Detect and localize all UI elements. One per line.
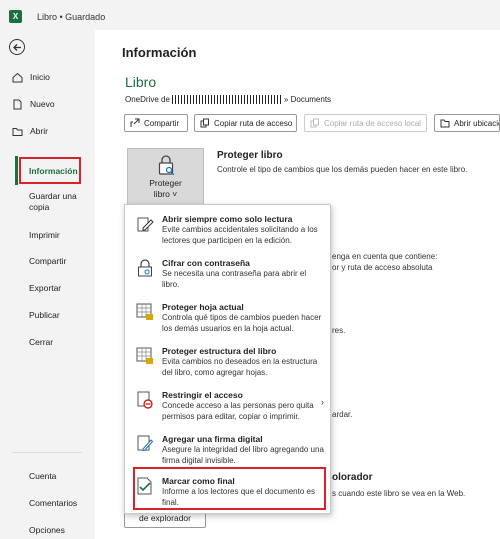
inspect-text-1: enga en cuenta que contiene:	[332, 252, 438, 261]
sidebar-item-guardar-copia[interactable]: Guardar una copia	[29, 191, 84, 213]
excel-icon: X	[9, 10, 22, 23]
sidebar-item-label: Información	[29, 166, 78, 176]
menu-item-title: Proteger hoja actual	[162, 302, 244, 312]
folder-icon	[12, 126, 23, 137]
copy-icon	[200, 118, 210, 128]
copy-local-icon	[310, 118, 320, 128]
menu-item-title: Proteger estructura del libro	[162, 346, 277, 356]
share-icon	[130, 118, 140, 128]
share-button[interactable]: Compartir	[124, 114, 188, 132]
menu-item-title: Cifrar con contraseña	[162, 258, 250, 268]
browser-view-title: olorador	[332, 472, 373, 483]
chevron-right-icon: ›	[321, 397, 324, 407]
copy-path-button[interactable]: Copiar ruta de acceso	[194, 114, 297, 132]
file-location: OneDrive de » Documents	[125, 95, 331, 104]
protect-title: Proteger libro	[217, 150, 283, 161]
protect-tile-label-2: libro ˅	[153, 189, 178, 199]
sidebar-item-label: Inicio	[30, 72, 50, 82]
onedrive-prefix: OneDrive de	[125, 95, 170, 104]
menu-item-description: Concede acceso a las personas pero quita…	[162, 401, 314, 421]
mark-final-highlight	[133, 467, 326, 510]
menu-item-description: Evite cambios accidentales solicitando a…	[162, 225, 318, 245]
menu-item-protect-structure[interactable]: Proteger estructura del libro Evita camb…	[125, 341, 330, 385]
sidebar-divider	[12, 452, 82, 453]
open-location-button[interactable]: Abrir ubicación	[434, 114, 500, 132]
menu-item-restrict-access[interactable]: Restringir el acceso Concede acceso a la…	[125, 385, 330, 429]
backstage-sidebar: Inicio Nuevo Abrir Información Guardar u…	[0, 30, 95, 539]
home-icon	[12, 72, 23, 83]
inspect-text-2: or y ruta de acceso absoluta	[332, 263, 433, 272]
sidebar-item-exportar[interactable]: Exportar	[29, 283, 61, 294]
new-document-icon	[12, 99, 23, 110]
share-label: Compartir	[144, 118, 180, 128]
versions-text: res.	[332, 326, 346, 335]
title-bar: X Libro • Guardado	[0, 0, 500, 30]
menu-item-description: Se necesita una contraseña para abrir el…	[162, 269, 307, 289]
workbook-title: Libro	[125, 74, 157, 90]
active-indicator	[15, 156, 18, 185]
sidebar-item-label: Nuevo	[30, 99, 55, 109]
sidebar-item-comentarios[interactable]: Comentarios	[29, 498, 77, 509]
menu-item-title: Abrir siempre como solo lectura	[162, 214, 293, 224]
lock-key-icon	[138, 259, 152, 277]
folder-open-icon	[440, 118, 450, 128]
sidebar-item-label: Abrir	[30, 126, 48, 136]
menu-item-description: Controla qué tipos de cambios pueden hac…	[162, 313, 322, 333]
open-location-label: Abrir ubicación	[454, 118, 499, 128]
sidebar-item-nuevo[interactable]: Nuevo	[12, 96, 55, 112]
protect-description: Controle el tipo de cambios que los demá…	[217, 165, 468, 174]
sidebar-item-publicar[interactable]: Publicar	[29, 310, 60, 321]
protect-tile-label: Proteger libro ˅	[128, 178, 203, 200]
browser-view-text: s cuando este libro se vea en la Web.	[332, 489, 466, 498]
menu-item-description: Asegure la integridad del libro agregand…	[162, 445, 324, 465]
copy-local-path-label: Copiar ruta de acceso local	[324, 118, 421, 128]
restrict-access-icon	[137, 391, 153, 409]
back-arrow-icon[interactable]	[9, 39, 25, 55]
copy-local-path-button[interactable]: Copiar ruta de acceso local	[304, 114, 427, 132]
protect-tile-label-1: Proteger	[149, 178, 182, 188]
sidebar-item-cuenta[interactable]: Cuenta	[29, 471, 56, 482]
menu-item-read-only[interactable]: Abrir siempre como solo lectura Evite ca…	[125, 209, 330, 253]
sidebar-item-imprimir[interactable]: Imprimir	[29, 230, 60, 241]
menu-item-protect-sheet[interactable]: Proteger hoja actual Controla qué tipos …	[125, 297, 330, 341]
sidebar-item-inicio[interactable]: Inicio	[12, 69, 50, 85]
page-title: Información	[122, 45, 197, 60]
menu-item-title: Restringir el acceso	[162, 390, 243, 400]
menu-item-title: Agregar una firma digital	[162, 434, 263, 444]
sidebar-item-informacion[interactable]: Información	[19, 157, 81, 184]
signature-pen-icon	[137, 435, 154, 451]
pencil-edit-icon	[137, 217, 154, 232]
protect-workbook-button[interactable]: Proteger libro ˅	[127, 148, 204, 205]
sidebar-item-opciones[interactable]: Opciones	[29, 525, 65, 536]
sidebar-item-abrir[interactable]: Abrir	[12, 123, 48, 139]
onedrive-suffix: » Documents	[283, 95, 332, 104]
sidebar-item-compartir[interactable]: Compartir	[29, 256, 66, 267]
copy-path-label: Copiar ruta de acceso	[214, 118, 293, 128]
menu-item-encrypt[interactable]: Cifrar con contraseña Se necesita una co…	[125, 253, 330, 297]
workbook-lock-icon	[136, 347, 153, 364]
menu-item-description: Evita cambios no deseados en la estructu…	[162, 357, 318, 377]
sheet-lock-icon	[136, 303, 153, 320]
sidebar-item-cerrar[interactable]: Cerrar	[29, 337, 53, 348]
lock-key-icon	[158, 155, 175, 176]
redacted-path	[171, 95, 282, 104]
manage-text: ardar.	[332, 410, 353, 419]
document-title: Libro • Guardado	[37, 12, 106, 22]
